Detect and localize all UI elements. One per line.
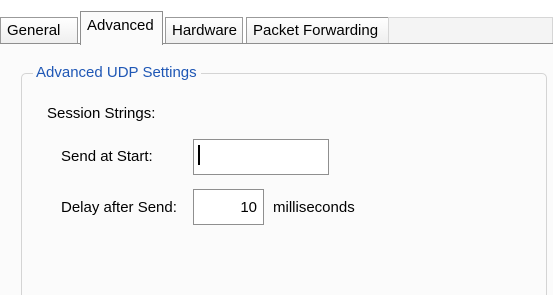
send-at-start-label: Send at Start: [61, 148, 153, 165]
settings-window: p General Advanced Hardware Packet Forwa… [0, 0, 553, 295]
delay-after-send-label: Delay after Send: [61, 199, 177, 216]
advanced-udp-settings-legend: Advanced UDP Settings [33, 63, 201, 83]
tab-strip: General Advanced Hardware Packet Forward… [0, 11, 553, 45]
text-cursor [198, 145, 200, 165]
title-fragment: p [370, 0, 540, 4]
send-at-start-input[interactable] [193, 139, 329, 175]
tab-advanced-label: Advanced [87, 17, 154, 34]
delay-units-label: milliseconds [273, 199, 355, 216]
tab-advanced[interactable]: Advanced [80, 11, 163, 45]
tab-general-label: General [7, 22, 61, 39]
session-strings-label: Session Strings: [47, 105, 156, 122]
tab-general[interactable]: General [0, 17, 78, 44]
tab-packet-forwarding-label: Packet Forwarding [253, 22, 379, 39]
tab-strip-background [388, 17, 553, 44]
tab-hardware[interactable]: Hardware [165, 17, 243, 44]
advanced-tab-panel: Advanced UDP Settings Session Strings: S… [0, 43, 553, 295]
tab-hardware-label: Hardware [172, 22, 238, 39]
tab-packet-forwarding[interactable]: Packet Forwarding [246, 17, 389, 44]
delay-after-send-input[interactable] [193, 189, 264, 225]
